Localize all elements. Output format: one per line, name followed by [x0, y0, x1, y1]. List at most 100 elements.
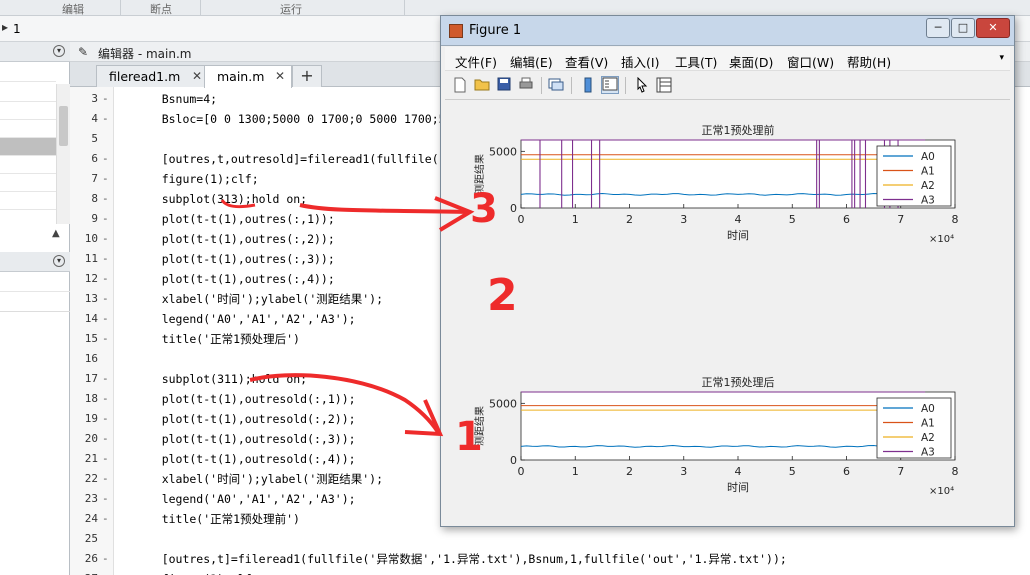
close-button[interactable]: ✕ — [976, 18, 1010, 38]
y-tick-label: 0 — [510, 202, 517, 215]
line-marker[interactable]: - — [102, 189, 109, 209]
code-line[interactable]: [outres,t]=fileread1(fullfile('异常数据','1.… — [114, 549, 1030, 569]
workspace-row[interactable] — [0, 274, 70, 292]
figure-canvas[interactable]: 正常1预处理前 0 1 2 3 4 5 6 7 8 0 5000 时间 ×10⁴ 测距结果 A0 A1 A2 A3 正… — [445, 102, 1010, 522]
line-marker[interactable]: - — [102, 569, 109, 575]
address-arrow-icon[interactable]: ▸ — [2, 20, 8, 34]
file-row[interactable] — [0, 102, 56, 120]
line-marker[interactable]: - — [102, 169, 109, 189]
code-text: subplot(311);hold on; — [134, 372, 308, 386]
tab-close-icon[interactable]: ✕ — [275, 69, 285, 83]
x-tick-label: 3 — [680, 465, 687, 478]
menu-edit[interactable]: 编辑(E) — [510, 52, 553, 71]
line-marker[interactable]: - — [102, 269, 109, 289]
tab-close-icon[interactable]: ✕ — [192, 69, 202, 83]
line-marker[interactable]: - — [102, 409, 109, 429]
colorbar-icon[interactable] — [579, 76, 597, 94]
line-number: 24 — [84, 512, 98, 525]
panel-menu-icon[interactable]: ▾ — [53, 255, 65, 267]
code-text: plot(t-t(1),outres(:,3)); — [134, 252, 335, 266]
line-marker[interactable]: - — [102, 549, 109, 569]
line-number: 3 — [91, 92, 98, 105]
figure-titlebar[interactable]: Figure 1 ─ □ ✕ — [441, 16, 1014, 46]
code-line[interactable]: figure(2);clf; — [114, 569, 1030, 575]
open-folder-icon[interactable] — [473, 76, 491, 94]
file-row[interactable] — [0, 120, 56, 138]
figure-window[interactable]: Figure 1 ─ □ ✕ 文件(F) 编辑(E) 查看(V) 插入(I) 工… — [440, 15, 1015, 527]
line-number: 18 — [84, 392, 98, 405]
file-row-selected[interactable] — [0, 138, 56, 156]
file-row[interactable] — [0, 174, 56, 192]
workspace-header: ▾ — [0, 252, 70, 272]
scrollbar-thumb[interactable] — [59, 106, 68, 146]
menu-window[interactable]: 窗口(W) — [787, 52, 834, 71]
maximize-button[interactable]: □ — [951, 18, 975, 38]
line-marker[interactable]: - — [102, 229, 109, 249]
toolbar-separator — [571, 77, 572, 94]
ribbon-separator — [200, 0, 201, 16]
code-text: [outres,t,outresold]=fileread1(fullfile(… — [134, 152, 458, 166]
line-marker[interactable]: - — [102, 369, 109, 389]
file-row[interactable] — [0, 156, 56, 174]
x-tick-label: 2 — [626, 465, 633, 478]
property-editor-icon[interactable] — [655, 76, 673, 94]
save-icon[interactable] — [495, 76, 513, 94]
line-marker[interactable]: - — [102, 509, 109, 529]
code-text: plot(t-t(1),outresold(:,1)); — [134, 392, 356, 406]
line-number: 20 — [84, 432, 98, 445]
file-row[interactable] — [0, 192, 56, 210]
menu-overflow-icon[interactable]: ▾ — [999, 53, 1004, 63]
code-line[interactable] — [114, 529, 1030, 549]
legend: A0 A1 A2 A3 — [876, 397, 952, 459]
line-marker[interactable]: - — [102, 149, 109, 169]
line-marker[interactable]: - — [102, 309, 109, 329]
line-marker[interactable]: - — [102, 429, 109, 449]
pointer-icon[interactable] — [633, 76, 651, 94]
line-number: 22 — [84, 472, 98, 485]
code-text: [outres,t]=fileread1(fullfile('异常数据','1.… — [134, 552, 787, 566]
line-marker[interactable]: - — [102, 329, 109, 349]
ribbon-section-edit[interactable]: 编辑 — [62, 1, 84, 17]
address-value[interactable]: 1 — [13, 22, 21, 36]
scrollbar[interactable] — [56, 84, 70, 224]
ribbon-section-run[interactable]: 运行 — [280, 1, 302, 17]
legend-icon[interactable] — [601, 76, 619, 94]
legend-label: A2 — [921, 432, 935, 444]
line-marker[interactable]: - — [102, 209, 109, 229]
axes-before-preprocessing[interactable]: 正常1预处理前0 1 2 3 4 5 6 7 805000时间 ×10⁴测距结果 A0A1A2A3正… — [445, 102, 1010, 522]
menu-view[interactable]: 查看(V) — [565, 52, 608, 71]
line-marker[interactable]: - — [102, 469, 109, 489]
legend-box — [876, 397, 952, 459]
ribbon-section-breakpoints[interactable]: 断点 — [150, 1, 172, 17]
line-number: 5 — [91, 132, 98, 145]
menu-tools[interactable]: 工具(T) — [675, 52, 717, 71]
line-number: 12 — [84, 272, 98, 285]
collapse-caret-icon[interactable]: ▲ — [52, 228, 60, 239]
link-figure-icon[interactable] — [547, 76, 565, 94]
line-marker[interactable]: - — [102, 449, 109, 469]
file-row[interactable] — [0, 64, 56, 82]
file-row[interactable] — [0, 84, 56, 102]
tab-fileread1[interactable]: fileread1.m ✕ — [96, 65, 208, 87]
minimize-button[interactable]: ─ — [926, 18, 950, 38]
line-marker[interactable]: - — [102, 109, 109, 129]
menu-desktop[interactable]: 桌面(D) — [729, 52, 773, 71]
menu-insert[interactable]: 插入(I) — [621, 52, 659, 71]
line-marker[interactable]: - — [102, 249, 109, 269]
workspace-row[interactable] — [0, 294, 70, 312]
line-number: 15 — [84, 332, 98, 345]
menu-file[interactable]: 文件(F) — [455, 52, 497, 71]
code-text: xlabel('时间');ylabel('测距结果'); — [134, 472, 384, 486]
line-marker[interactable]: - — [102, 289, 109, 309]
line-marker[interactable]: - — [102, 489, 109, 509]
line-marker[interactable]: - — [102, 89, 109, 109]
code-text: plot(t-t(1),outresold(:,2)); — [134, 412, 356, 426]
tab-main[interactable]: main.m ✕ — [204, 65, 292, 88]
menu-help[interactable]: 帮助(H) — [847, 52, 891, 71]
line-number: 21 — [84, 452, 98, 465]
print-icon[interactable] — [517, 76, 535, 94]
new-tab-button[interactable]: + — [292, 65, 322, 87]
new-file-icon[interactable] — [451, 76, 469, 94]
line-marker[interactable]: - — [102, 389, 109, 409]
panel-menu-icon[interactable]: ▾ — [53, 45, 65, 57]
